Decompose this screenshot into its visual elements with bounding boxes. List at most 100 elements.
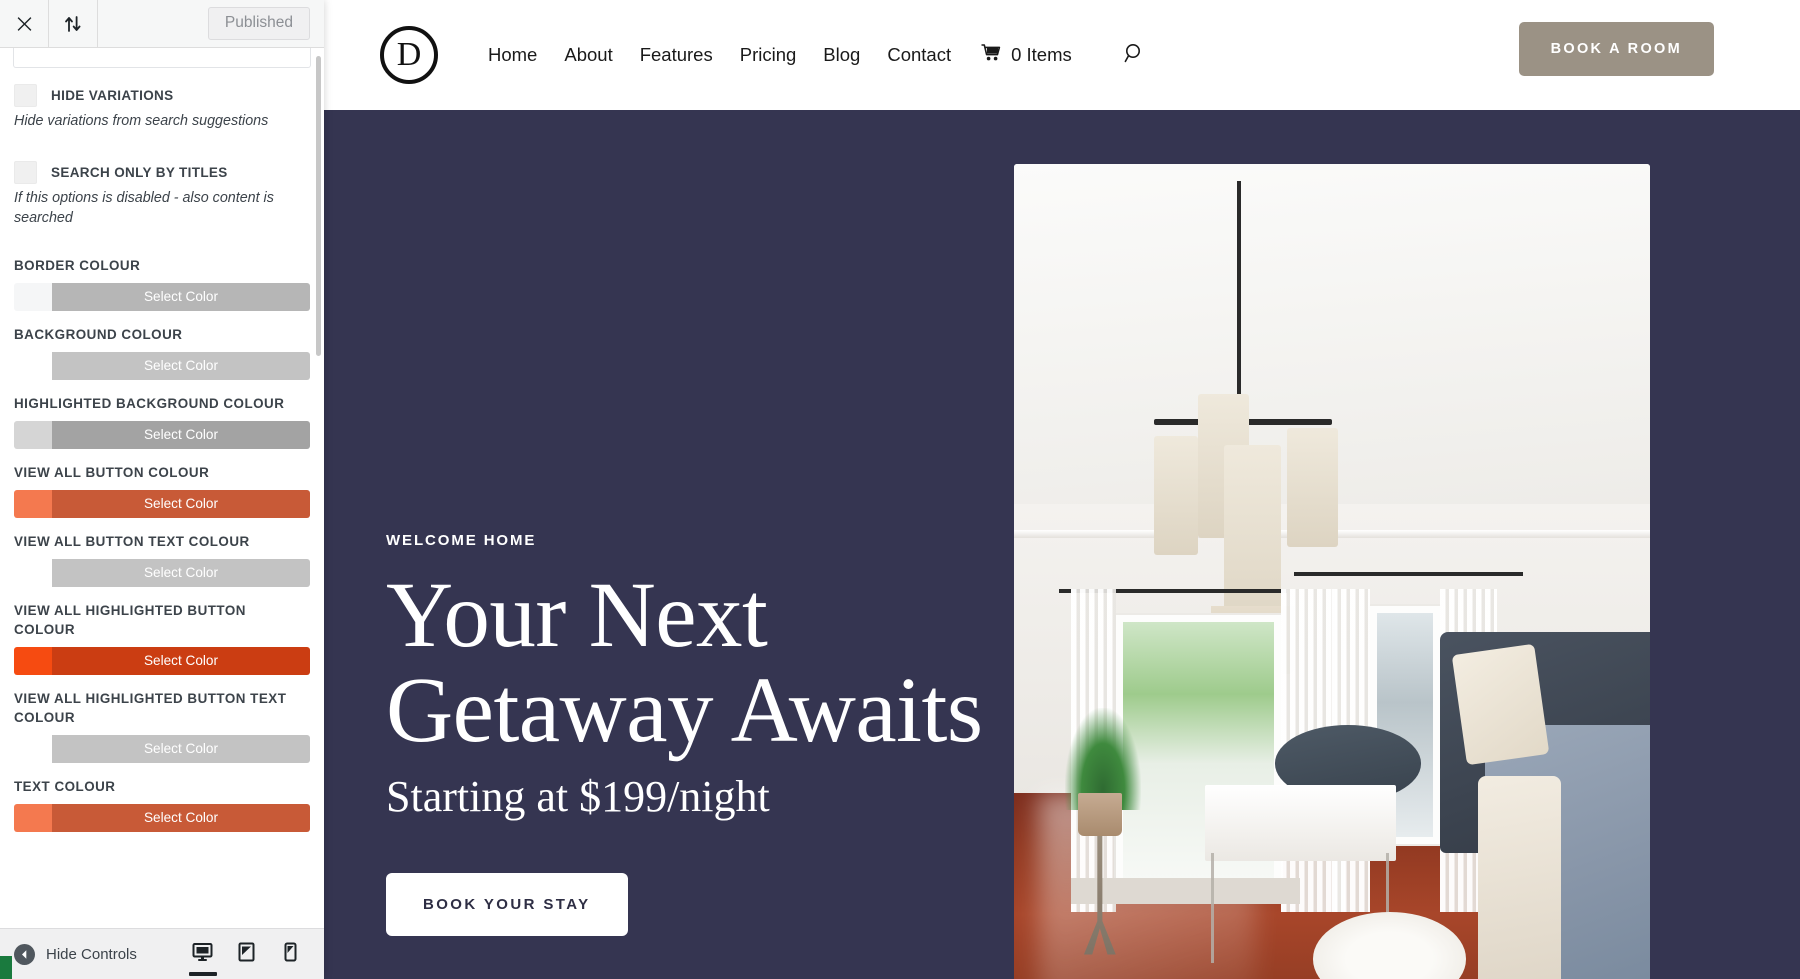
border-colour-select-label[interactable]: Select Color [52, 282, 310, 311]
search-only-by-titles-label: SEARCH ONLY BY TITLES [51, 165, 228, 181]
book-a-room-button[interactable]: BOOK A ROOM [1518, 22, 1714, 76]
background-colour-label: BACKGROUND COLOUR [14, 326, 183, 342]
highlighted-background-colour-picker[interactable]: Select Color [14, 420, 310, 449]
background-colour-swatch[interactable] [14, 351, 52, 380]
nav-item-pricing[interactable]: Pricing [740, 44, 797, 66]
field-view-all-button-colour: VIEW ALL BUTTON COLOUR Select Color [14, 449, 310, 519]
option-hide-variations-row[interactable]: HIDE VARIATIONS [14, 84, 310, 107]
book-your-stay-button[interactable]: BOOK YOUR STAY [386, 873, 628, 936]
view-all-button-text-colour-swatch[interactable] [14, 559, 52, 588]
tablet-view-button[interactable] [225, 929, 269, 979]
customizer-scroll-area[interactable]: HIDE VARIATIONS Hide variations from sea… [0, 48, 324, 928]
hero-content: WELCOME HOME Your Next Getaway Awaits St… [324, 110, 1014, 979]
background-colour-select-label[interactable]: Select Color [52, 351, 310, 380]
hide-variations-checkbox[interactable] [14, 84, 37, 107]
hide-controls-button[interactable]: Hide Controls [0, 943, 137, 965]
status-tab [0, 956, 12, 979]
field-highlighted-background-colour: HIGHLIGHTED BACKGROUND COLOUR Select Col… [14, 380, 310, 449]
text-colour-swatch[interactable] [14, 804, 52, 833]
customizer-panel: Published HIDE VARIATIONS Hide variation… [0, 0, 324, 979]
desktop-icon [192, 942, 213, 967]
view-all-button-text-colour-select-label[interactable]: Select Color [52, 559, 310, 588]
view-all-highlighted-button-colour-picker[interactable]: Select Color [14, 647, 310, 676]
view-all-button-colour-picker[interactable]: Select Color [14, 490, 310, 519]
site-header: D Home About Features Pricing Blog Conta… [324, 0, 1800, 110]
search-only-by-titles-checkbox[interactable] [14, 161, 37, 185]
customizer-topbar: Published [0, 0, 324, 48]
mobile-icon [284, 942, 297, 967]
collapse-sections-button[interactable] [49, 0, 98, 47]
view-all-button-colour-swatch[interactable] [14, 490, 52, 519]
coffee-table [1204, 784, 1396, 861]
hide-variations-help: Hide variations from search suggestions [14, 113, 269, 129]
site-logo[interactable]: D [380, 26, 438, 84]
hide-variations-label: HIDE VARIATIONS [51, 88, 174, 103]
cart-link[interactable]: 0 Items [981, 43, 1072, 67]
view-all-highlighted-button-colour-select-label[interactable]: Select Color [52, 647, 310, 676]
border-colour-swatch[interactable] [14, 282, 52, 311]
hero-title: Your Next Getaway Awaits [386, 563, 983, 762]
search-only-by-titles-help: If this options is disabled - also conte… [14, 190, 274, 226]
tablet-icon [238, 942, 255, 967]
highlighted-background-colour-swatch[interactable] [14, 420, 52, 449]
field-view-all-button-text-colour: VIEW ALL BUTTON TEXT COLOUR Select Color [14, 518, 310, 588]
hide-controls-label: Hide Controls [46, 945, 137, 963]
customizer-bottombar: Hide Controls [0, 928, 324, 979]
nav-item-about[interactable]: About [564, 44, 612, 66]
text-colour-select-label[interactable]: Select Color [52, 804, 310, 833]
plant-pot [1077, 793, 1123, 836]
chandelier-stem [1236, 181, 1241, 419]
view-all-highlighted-button-text-colour-picker[interactable]: Select Color [14, 735, 310, 764]
customizer-options-list: HIDE VARIATIONS Hide variations from sea… [0, 48, 324, 842]
hero-image [1014, 164, 1650, 979]
close-icon [16, 15, 33, 32]
desktop-view-button[interactable] [181, 929, 225, 979]
search-icon [1123, 42, 1145, 69]
main-navigation: Home About Features Pricing Blog Contact [488, 42, 1145, 69]
nav-item-contact[interactable]: Contact [887, 44, 951, 66]
highlighted-background-colour-select-label[interactable]: Select Color [52, 420, 310, 449]
view-all-button-text-colour-picker[interactable]: Select Color [14, 559, 310, 588]
collapse-arrows-icon [63, 15, 83, 33]
background-colour-picker[interactable]: Select Color [14, 351, 310, 380]
text-colour-label: TEXT COLOUR [14, 779, 116, 795]
close-customizer-button[interactable] [0, 0, 49, 47]
nav-item-home[interactable]: Home [488, 44, 537, 66]
hero-eyebrow: WELCOME HOME [386, 531, 537, 549]
nav-item-features[interactable]: Features [640, 44, 713, 66]
previous-control-stub [13, 48, 311, 68]
curtain-rod [1293, 572, 1523, 576]
text-colour-picker[interactable]: Select Color [14, 804, 310, 833]
site-logo-letter: D [396, 35, 422, 73]
customizer-screen: Published HIDE VARIATIONS Hide variation… [0, 0, 1800, 979]
view-all-highlighted-button-colour-swatch[interactable] [14, 647, 52, 676]
view-all-button-colour-select-label[interactable]: Select Color [52, 490, 310, 519]
back-arrow-icon [14, 943, 35, 965]
field-text-colour: TEXT COLOUR Select Color [14, 763, 310, 833]
option-search-only-by-titles: SEARCH ONLY BY TITLES If this options is… [14, 145, 310, 242]
nav-item-blog[interactable]: Blog [823, 44, 860, 66]
view-all-button-text-colour-label: VIEW ALL BUTTON TEXT COLOUR [14, 534, 250, 550]
customizer-scrollbar[interactable] [316, 56, 321, 356]
device-preview-toggles [181, 929, 313, 979]
mobile-view-button[interactable] [269, 929, 313, 979]
search-button[interactable] [1123, 42, 1145, 69]
option-hide-variations: HIDE VARIATIONS Hide variations from sea… [14, 68, 310, 145]
view-all-highlighted-button-text-colour-label: VIEW ALL HIGHLIGHTED BUTTON TEXT COLOUR [14, 691, 287, 726]
view-all-highlighted-button-colour-label: VIEW ALL HIGHLIGHTED BUTTON COLOUR [14, 603, 246, 638]
view-all-highlighted-button-text-colour-swatch[interactable] [14, 735, 52, 764]
hero-section: WELCOME HOME Your Next Getaway Awaits St… [324, 110, 1800, 979]
chandelier-shade [1287, 427, 1339, 547]
border-colour-picker[interactable]: Select Color [14, 282, 310, 311]
view-all-highlighted-button-text-colour-select-label[interactable]: Select Color [52, 735, 310, 764]
cushion [1451, 643, 1550, 765]
highlighted-background-colour-label: HIGHLIGHTED BACKGROUND COLOUR [14, 395, 285, 411]
publish-button[interactable]: Published [207, 7, 310, 40]
view-all-button-colour-label: VIEW ALL BUTTON COLOUR [14, 464, 210, 480]
option-search-only-by-titles-row[interactable]: SEARCH ONLY BY TITLES [14, 161, 310, 185]
site-preview: D Home About Features Pricing Blog Conta… [324, 0, 1800, 979]
field-view-all-highlighted-button-text-colour: VIEW ALL HIGHLIGHTED BUTTON TEXT COLOUR … [14, 675, 310, 764]
cart-icon [981, 43, 1002, 67]
living-room-illustration [1014, 164, 1650, 979]
